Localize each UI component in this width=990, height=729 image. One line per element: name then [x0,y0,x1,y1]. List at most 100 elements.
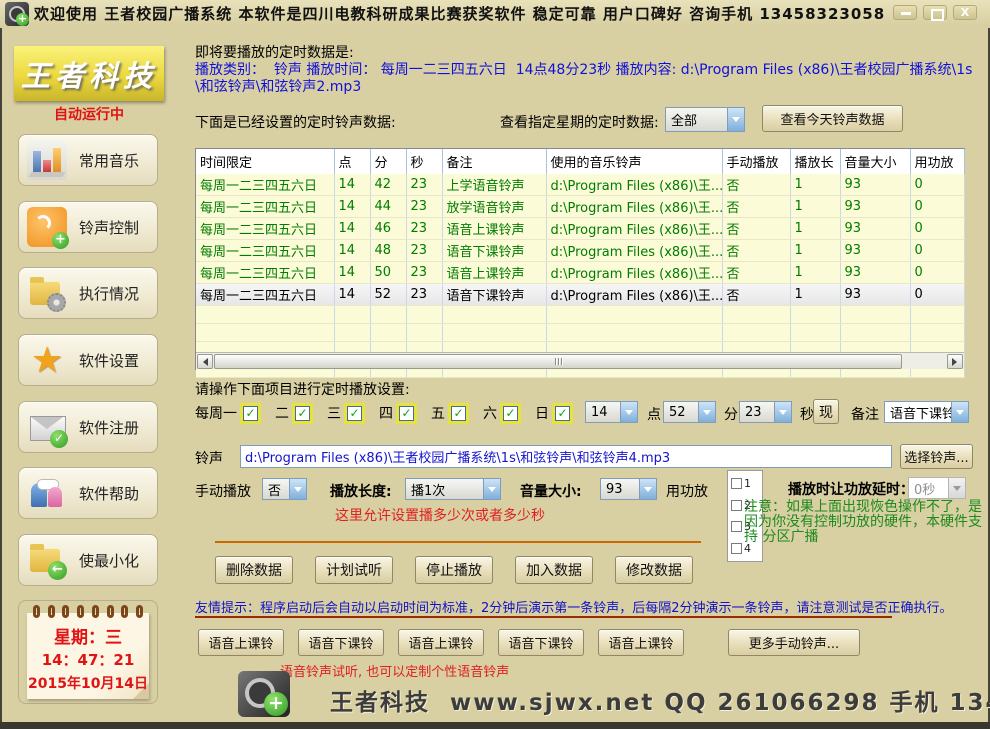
table-cell: 每周一二三四五六日 [196,174,334,196]
table-cell: 52 [370,284,406,306]
plan-preview-button[interactable]: 计划试听 [315,556,393,584]
amplifier-checkbox[interactable] [731,521,742,532]
table-cell: 否 [722,284,790,306]
play-length-select[interactable]: 播1次 [405,478,501,500]
add-data-button[interactable]: 加入数据 [515,556,593,584]
table-row[interactable]: 每周一二三四五六日145223语音下课铃声d:\Program Files (x… [196,284,964,306]
second-value: 23 [740,405,774,420]
column-header[interactable]: 分 [370,149,406,174]
table-cell: 上学语音铃声 [442,174,546,196]
voice-ring-button[interactable]: 语音上课铃 [598,629,684,656]
scroll-right-arrow[interactable] [947,354,963,369]
table-cell: 1 [790,284,840,306]
table-row[interactable]: 每周一二三四五六日145023语音上课铃声d:\Program Files (x… [196,262,964,284]
table-cell: 23 [406,174,442,196]
table-cell: 93 [840,218,910,240]
maximize-button[interactable] [923,5,947,20]
amplifier-checkbox[interactable] [731,500,742,511]
amp-delay-value: 0秒 [909,479,948,498]
table-row[interactable]: 每周一二三四五六日144423放学语音铃声d:\Program Files (x… [196,196,964,218]
voice-ring-button[interactable]: 语音上课铃 [198,629,284,656]
volume-select[interactable]: 93 [600,478,657,500]
table-cell: 每周一二三四五六日 [196,284,334,306]
table-cell: 50 [370,262,406,284]
table-cell: 14 [334,174,370,196]
footer-contact-text: 王者科技 www.sjwx.net QQ 261066298 手机 134583… [330,683,990,717]
table-cell: 否 [722,240,790,262]
second-select[interactable]: 23 [739,401,792,423]
sidebar-item-execution[interactable]: 执行情况 [18,267,158,319]
column-header[interactable]: 点 [334,149,370,174]
sidebar-item-help[interactable]: 软件帮助 [18,467,158,519]
scrollbar-thumb[interactable] [214,354,902,369]
sidebar-item-register[interactable]: 软件注册 [18,401,158,453]
table-cell: 0 [910,218,964,240]
set-now-button[interactable]: 现 [813,399,839,424]
more-manual-rings-button[interactable]: 更多手动铃声... [728,629,860,656]
calendar-widget: 星期：三 14：47：21 2015年10月14日 [18,600,158,704]
amplifier-label: 用功放 [666,481,708,501]
hour-select[interactable]: 14 [585,401,638,423]
table-cell: 语音上课铃声 [442,218,546,240]
ring-path-input[interactable] [240,445,892,468]
sidebar-item-minimize[interactable]: ← 使最小化 [18,534,158,586]
table-cell: 23 [406,240,442,262]
voice-ring-button[interactable]: 语音下课铃 [298,629,384,656]
manual-play-select[interactable]: 否 [262,478,307,500]
hour-label: 点 [647,404,661,424]
sidebar-item-label: 铃声控制 [79,217,139,238]
scroll-left-arrow[interactable] [197,354,213,369]
column-header[interactable]: 秒 [406,149,442,174]
choose-ring-button[interactable]: 选择铃声... [900,444,973,469]
table-cell: 语音下课铃声 [442,284,546,306]
table-cell: 0 [910,262,964,284]
table-row[interactable]: 每周一二三四五六日144823语音下课铃声d:\Program Files (x… [196,240,964,262]
column-header[interactable]: 使用的音乐铃声 [546,149,722,174]
table-row[interactable]: 每周一二三四五六日144623语音上课铃声d:\Program Files (x… [196,218,964,240]
calendar-weekday: 星期：三 [27,623,149,648]
modify-data-button[interactable]: 修改数据 [615,556,693,584]
table-cell: 1 [790,218,840,240]
table-cell: 14 [334,218,370,240]
amp-delay-label: 播放时让功放延时： [788,479,914,499]
column-header[interactable]: 备注 [442,149,546,174]
column-header[interactable]: 音量大小 [840,149,910,174]
column-header[interactable]: 时间限定 [196,149,334,174]
amplifier-option: 1 [731,477,759,490]
stop-play-button[interactable]: 停止播放 [415,556,493,584]
table-cell: 否 [722,196,790,218]
manual-play-label: 手动播放 [195,481,251,501]
table-cell: 语音上课铃声 [442,262,546,284]
brand-logo-text: 王者科技 [21,53,157,95]
close-button[interactable]: X [953,5,977,20]
amplifier-checkbox[interactable] [731,543,742,554]
separator-line [195,616,892,618]
voice-ring-button[interactable]: 语音上课铃 [398,629,484,656]
amplifier-checkbox[interactable] [731,478,742,489]
sidebar-item-settings[interactable]: 软件设置 [18,334,158,386]
table-header-row: 时间限定点分秒备注使用的音乐铃声手动播放播放长音量大小用功放 [196,149,964,174]
minute-value: 52 [664,405,698,420]
remark-select[interactable]: 语音下课铃声 [884,401,969,423]
delete-data-button[interactable]: 删除数据 [215,556,293,584]
sidebar-item-ring-control[interactable]: 铃声控制 [18,201,158,253]
weekday-filter-select[interactable]: 全部 [665,107,745,132]
chevron-down-icon [727,108,744,131]
sidebar-item-common-music[interactable]: 常用音乐 [18,134,158,186]
chevron-down-icon [483,479,500,499]
table-cell: 93 [840,284,910,306]
voice-ring-button[interactable]: 语音下课铃 [498,629,584,656]
horizontal-scrollbar[interactable] [196,352,964,369]
amp-delay-select[interactable]: 0秒 [908,477,966,499]
column-header[interactable]: 用功放 [910,149,964,174]
column-header[interactable]: 播放长 [790,149,840,174]
view-today-rings-button[interactable]: 查看今天铃声数据 [762,105,903,132]
column-header[interactable]: 手动播放 [722,149,790,174]
chevron-down-icon [698,402,715,422]
sidebar-item-label: 常用音乐 [79,150,139,171]
table-row[interactable]: 每周一二三四五六日144223上学语音铃声d:\Program Files (x… [196,174,964,196]
manual-play-value: 否 [263,480,289,499]
minute-select[interactable]: 52 [663,401,716,423]
minimize-button[interactable] [893,5,917,20]
bar-chart-icon [27,140,67,180]
